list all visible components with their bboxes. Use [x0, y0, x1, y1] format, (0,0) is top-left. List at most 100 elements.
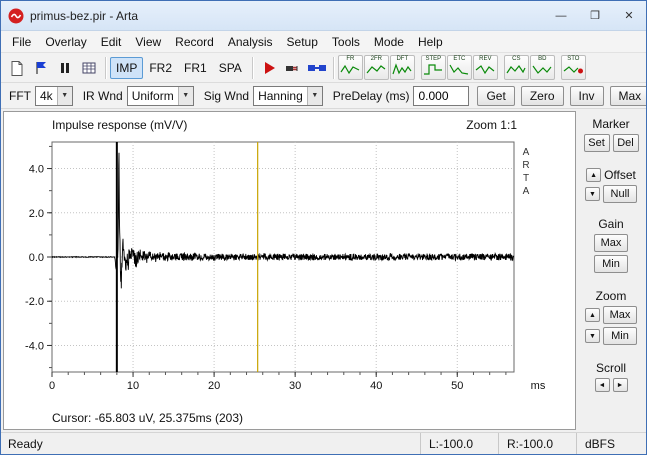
svg-text:40: 40	[370, 380, 382, 392]
svg-text:20: 20	[208, 380, 220, 392]
toolbar-bd-button[interactable]: BD	[530, 55, 555, 80]
offset-up-button[interactable]: ▲	[586, 168, 601, 182]
zero-button[interactable]: Zero	[521, 86, 564, 106]
ir-wnd-label: IR Wnd	[83, 89, 123, 103]
menu-overlay[interactable]: Overlay	[38, 33, 93, 51]
titlebar: primus-bez.pir - Arta — ❒ ✕	[1, 1, 646, 31]
scroll-left-button[interactable]: ◄	[595, 378, 610, 392]
flag-icon	[33, 60, 49, 76]
cs-curve-icon	[506, 63, 526, 76]
menu-file[interactable]: File	[5, 33, 38, 51]
settings-bar: FFT 4k ▼ IR Wnd Uniform ▼ Sig Wnd Hannin…	[1, 83, 646, 109]
chart-header: Impulse response (mV/V) Zoom 1:1	[4, 112, 575, 132]
mode-imp-button[interactable]: IMP	[110, 57, 143, 79]
toolbar-sto-button[interactable]: STO	[561, 55, 586, 80]
mode-fr2-button[interactable]: FR2	[143, 57, 178, 79]
menu-analysis[interactable]: Analysis	[221, 33, 280, 51]
offset-up-row: ▲ Offset	[586, 168, 636, 182]
fr-curve-icon	[340, 63, 360, 76]
toolbar-etc-button[interactable]: ETC	[447, 55, 472, 80]
menu-edit[interactable]: Edit	[94, 33, 129, 51]
zoom-max-button[interactable]: Max	[603, 306, 637, 324]
chevron-down-icon: ▼	[307, 87, 322, 105]
menu-mode[interactable]: Mode	[367, 33, 411, 51]
minimize-button[interactable]: —	[544, 1, 578, 30]
marker-del-button[interactable]: Del	[613, 134, 639, 152]
maximize-button[interactable]: ❒	[578, 1, 612, 30]
arta-window: primus-bez.pir - Arta — ❒ ✕ File Overlay…	[0, 0, 647, 455]
pause-button[interactable]	[53, 56, 77, 80]
gain-min-button[interactable]: Min	[594, 255, 628, 273]
svg-text:ms: ms	[531, 380, 546, 392]
audio-device-button[interactable]	[305, 56, 329, 80]
menu-help[interactable]: Help	[411, 33, 450, 51]
gain-max-button[interactable]: Max	[594, 234, 628, 252]
zoom-out-button[interactable]: ▼	[585, 329, 600, 343]
scroll-right-button[interactable]: ►	[613, 378, 628, 392]
rev-curve-icon	[475, 63, 495, 76]
caption-buttons: — ❒ ✕	[544, 1, 646, 30]
status-bar: Ready L:-100.0 R:-100.0 dBFS	[1, 432, 646, 454]
toolbar-cs-button[interactable]: CS	[504, 55, 529, 80]
side-control-panel: Marker Set Del ▲ Offset ▼ Null Gain Max …	[578, 111, 644, 430]
zoom-level-label: Zoom 1:1	[466, 118, 517, 132]
impulse-response-panel: Impulse response (mV/V) Zoom 1:1 0102030…	[3, 111, 576, 430]
chart-plot-area[interactable]: 01020304050ms4.02.00.0-2.0-4.0ARTA	[4, 132, 575, 411]
generator-setup-button[interactable]	[281, 56, 305, 80]
svg-text:50: 50	[451, 380, 463, 392]
menu-record[interactable]: Record	[168, 33, 221, 51]
toolbar-rev-button[interactable]: REV	[473, 55, 498, 80]
max-button[interactable]: Max	[610, 86, 647, 106]
zoom-in-button[interactable]: ▲	[585, 308, 600, 322]
app-icon	[8, 8, 24, 24]
zoom-min-row: ▼ Min	[585, 327, 637, 345]
zoom-max-row: ▲ Max	[585, 306, 637, 324]
svg-text:30: 30	[289, 380, 301, 392]
impulse-response-chart[interactable]: 01020304050ms4.02.00.0-2.0-4.0ARTA	[4, 132, 570, 400]
inv-button[interactable]: Inv	[570, 86, 604, 106]
new-file-button[interactable]	[5, 56, 29, 80]
offset-label: Offset	[604, 168, 636, 182]
offset-null-button[interactable]: Null	[603, 185, 637, 203]
table-view-button[interactable]	[77, 56, 101, 80]
mode-fr1-button[interactable]: FR1	[178, 57, 213, 79]
get-button[interactable]: Get	[477, 86, 514, 106]
play-button[interactable]	[257, 56, 281, 80]
offset-down-button[interactable]: ▼	[585, 187, 600, 201]
fft-select[interactable]: 4k ▼	[35, 86, 73, 106]
sig-wnd-select[interactable]: Hanning ▼	[253, 86, 323, 106]
window-title: primus-bez.pir - Arta	[30, 9, 544, 23]
toolbar-fr-button[interactable]: FR	[338, 55, 363, 80]
menu-setup[interactable]: Setup	[280, 33, 325, 51]
toolbar-separator	[105, 57, 106, 79]
new-document-icon	[9, 60, 25, 76]
sig-wnd-label: Sig Wnd	[204, 89, 249, 103]
play-icon	[261, 60, 277, 76]
predelay-input[interactable]	[413, 86, 469, 106]
table-icon	[81, 60, 97, 76]
mode-spa-button[interactable]: SPA	[213, 57, 248, 79]
svg-text:-2.0: -2.0	[25, 296, 44, 308]
menu-tools[interactable]: Tools	[325, 33, 367, 51]
toolbar-2fr-button[interactable]: 2FR	[364, 55, 389, 80]
toolbar-step-button[interactable]: STEP	[421, 55, 446, 80]
menu-view[interactable]: View	[128, 33, 168, 51]
scroll-label: Scroll	[596, 361, 626, 375]
ir-wnd-select[interactable]: Uniform ▼	[127, 86, 194, 106]
chevron-down-icon: ▼	[57, 87, 72, 105]
svg-text:0: 0	[49, 380, 55, 392]
signal-generator-icon	[284, 60, 302, 76]
status-left-level: L:-100.0	[420, 433, 498, 454]
toolbar-dft-button[interactable]: DFT	[390, 55, 415, 80]
signal-record-button[interactable]	[29, 56, 53, 80]
svg-text:0.0: 0.0	[29, 252, 44, 264]
zoom-min-button[interactable]: Min	[603, 327, 637, 345]
resize-grip[interactable]	[632, 433, 646, 454]
svg-text:R: R	[522, 160, 529, 171]
marker-set-button[interactable]: Set	[584, 134, 610, 152]
toolbar-separator	[333, 57, 334, 79]
etc-curve-icon	[449, 63, 469, 76]
bd-curve-icon	[532, 63, 552, 76]
close-button[interactable]: ✕	[612, 1, 646, 30]
menubar: File Overlay Edit View Record Analysis S…	[1, 31, 646, 53]
